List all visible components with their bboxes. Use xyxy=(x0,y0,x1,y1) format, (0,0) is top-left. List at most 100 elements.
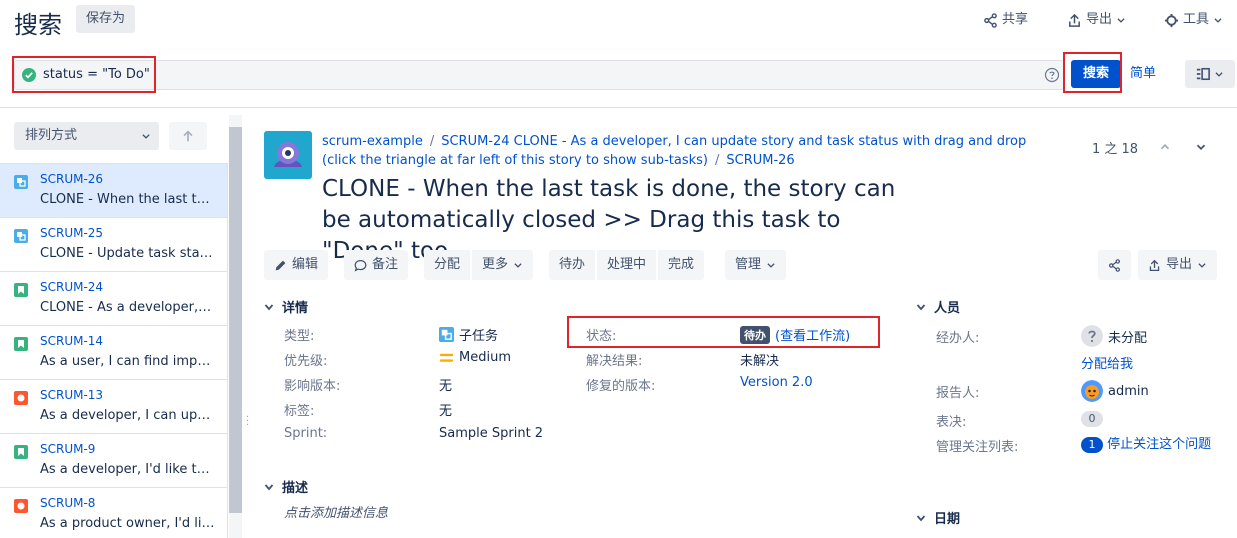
list-item[interactable]: SCRUM-26 CLONE - When the last task is do… xyxy=(0,163,227,217)
issue-summary: As a user, I can find important items xyxy=(40,354,215,369)
unassigned-avatar-icon xyxy=(1081,325,1103,347)
export-icon xyxy=(1069,13,1080,27)
stop-watching-link[interactable]: 停止关注这个问题 xyxy=(1107,437,1211,452)
tools-button[interactable]: 工具 xyxy=(1164,8,1223,32)
export-button[interactable]: 导出 xyxy=(1067,8,1126,32)
issue-summary: As a product owner, I'd like to xyxy=(40,516,215,531)
pencil-icon xyxy=(275,260,286,270)
priority-value-text: Medium xyxy=(459,350,511,365)
next-issue-icon[interactable] xyxy=(1194,140,1208,154)
assign-button[interactable]: 分配 xyxy=(424,250,471,280)
fix-version-link[interactable]: Version 2.0 xyxy=(740,375,813,390)
admin-button[interactable]: 管理 xyxy=(725,250,787,280)
header-divider xyxy=(0,107,1237,108)
issue-key-link[interactable]: SCRUM-13 xyxy=(40,388,103,402)
chevron-down-icon xyxy=(1198,263,1206,268)
edit-button[interactable]: 编辑 xyxy=(264,250,329,280)
issue-key-link[interactable]: SCRUM-8 xyxy=(40,496,95,510)
priority-value: Medium xyxy=(439,350,511,365)
arrow-up-icon xyxy=(183,130,193,142)
votes-value[interactable]: 0 xyxy=(1081,411,1103,427)
breadcrumb-separator: / xyxy=(714,153,720,168)
more-button[interactable]: 更多 xyxy=(472,250,534,280)
reporter-label: 报告人: xyxy=(936,386,980,401)
chevron-down-icon xyxy=(142,134,150,139)
todo-transition-button[interactable]: 待办 xyxy=(549,250,596,280)
dates-heading: 日期 xyxy=(934,512,961,527)
issue-key-link[interactable]: SCRUM-25 xyxy=(40,226,103,240)
reporter-value-text: admin xyxy=(1108,383,1149,399)
search-input[interactable]: status = "To Do" xyxy=(14,60,1064,90)
list-item[interactable]: SCRUM-14 As a user, I can find important … xyxy=(0,325,227,379)
list-item[interactable]: SCRUM-8 As a product owner, I'd like to xyxy=(0,487,227,538)
issue-key-link[interactable]: SCRUM-24 xyxy=(40,280,103,294)
breadcrumb-parent-link[interactable]: SCRUM-24 CLONE - As a developer, I can u… xyxy=(322,134,1026,168)
comment-button[interactable]: 备注 xyxy=(344,250,409,280)
subtask-icon xyxy=(14,174,28,189)
description-heading: 描述 xyxy=(282,481,309,496)
list-item[interactable]: SCRUM-24 CLONE - As a developer, I can up… xyxy=(0,271,227,325)
done-transition-button[interactable]: 完成 xyxy=(658,250,705,280)
scrollbar-thumb[interactable] xyxy=(229,127,242,513)
share-issue-button[interactable] xyxy=(1098,250,1131,280)
affects-version-label: 影响版本: xyxy=(284,379,341,394)
layout-switcher-button[interactable] xyxy=(1185,60,1235,88)
workflow-group: 待办 处理中 完成 xyxy=(549,250,705,280)
admin-group: 管理 xyxy=(725,250,787,280)
query-highlight-box xyxy=(12,56,156,93)
issue-key-link[interactable]: SCRUM-9 xyxy=(40,442,95,456)
people-section-toggle[interactable]: 人员 xyxy=(916,297,960,316)
list-item[interactable]: SCRUM-9 As a developer, I'd like to updat… xyxy=(0,433,227,487)
comment-icon xyxy=(354,259,367,272)
in-progress-transition-button[interactable]: 处理中 xyxy=(597,250,657,280)
description-placeholder[interactable]: 点击添加描述信息 xyxy=(284,502,388,521)
export-label: 导出 xyxy=(1086,12,1113,27)
issue-summary: CLONE - As a developer, I can update sto… xyxy=(40,300,215,315)
issue-toolbar: 编辑 xyxy=(264,250,329,280)
chevron-down-icon xyxy=(1215,72,1223,77)
previous-issue-icon[interactable] xyxy=(1158,140,1172,154)
share-button[interactable]: 共享 xyxy=(983,8,1028,32)
chevron-down-icon xyxy=(264,303,274,310)
issue-key-link[interactable]: SCRUM-26 xyxy=(40,172,103,186)
admin-avatar xyxy=(1081,380,1103,402)
scrollbar[interactable] xyxy=(229,115,242,538)
sort-dropdown[interactable]: 排列方式 xyxy=(14,122,159,150)
details-section-toggle[interactable]: 详情 xyxy=(264,297,308,316)
breadcrumb-project-link[interactable]: scrum-example xyxy=(322,134,423,149)
watchers-count-badge[interactable]: 1 xyxy=(1081,437,1103,453)
labels-value[interactable]: 无 xyxy=(439,400,452,419)
list-item[interactable]: SCRUM-25 CLONE - Update task status by dr… xyxy=(0,217,227,271)
list-item[interactable]: SCRUM-13 As a developer, I can update det… xyxy=(0,379,227,433)
type-value: 子任务 xyxy=(439,325,498,344)
issue-export-button[interactable]: 导出 xyxy=(1138,250,1218,280)
search-button-highlight-box xyxy=(1063,52,1122,93)
votes-count-badge: 0 xyxy=(1081,411,1103,427)
story-icon xyxy=(14,282,28,297)
breadcrumb: scrum-example / SCRUM-24 CLONE - As a deve… xyxy=(322,132,1052,170)
chevron-down-icon xyxy=(916,514,926,521)
chevron-down-icon xyxy=(767,263,775,268)
chevron-down-icon xyxy=(264,483,274,490)
assign-to-me-link[interactable]: 分配给我 xyxy=(1081,353,1133,372)
sprint-value[interactable]: Sample Sprint 2 xyxy=(439,426,543,441)
project-avatar[interactable] xyxy=(264,131,312,179)
issue-summary: As a developer, I'd like to update xyxy=(40,462,215,477)
breadcrumb-issue-key-link[interactable]: SCRUM-26 xyxy=(726,153,794,168)
comment-label: 备注 xyxy=(372,257,399,272)
panel-resize-handle[interactable]: · · · xyxy=(246,413,249,431)
more-label: 更多 xyxy=(482,257,509,272)
bug-icon xyxy=(14,498,28,513)
assignee-value[interactable]: 未分配 xyxy=(1081,325,1147,347)
share-label: 共享 xyxy=(1002,12,1029,27)
sort-direction-button[interactable] xyxy=(169,122,207,150)
issue-export-group: 导出 xyxy=(1138,250,1218,280)
save-as-button[interactable]: 保存为 xyxy=(76,5,136,33)
simple-search-link[interactable]: 简单 xyxy=(1130,60,1156,88)
help-icon[interactable] xyxy=(1044,67,1060,83)
reporter-value[interactable]: admin xyxy=(1081,380,1149,402)
chevron-down-icon xyxy=(916,303,926,310)
description-section-toggle[interactable]: 描述 xyxy=(264,477,308,496)
issue-key-link[interactable]: SCRUM-14 xyxy=(40,334,103,348)
dates-section-toggle[interactable]: 日期 xyxy=(916,508,960,527)
